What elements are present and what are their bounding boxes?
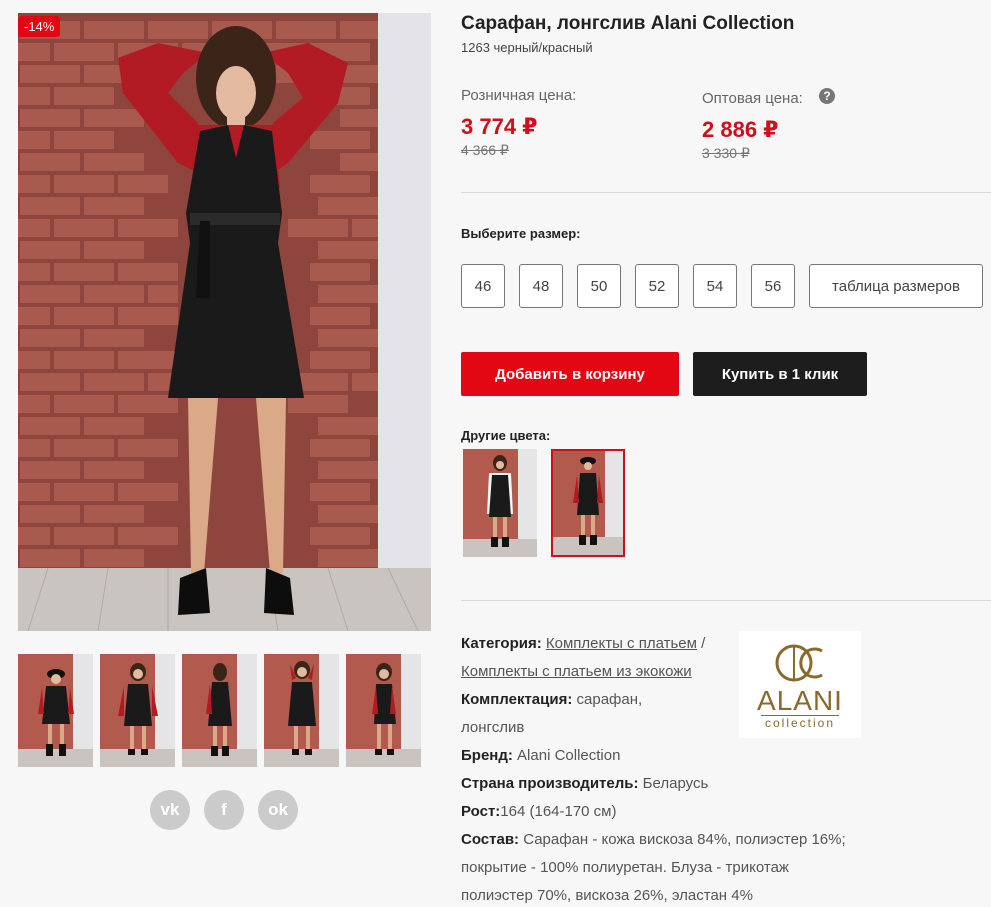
thumbnail-3-image — [182, 654, 257, 767]
thumbnail-2-image — [100, 654, 175, 767]
wholesale-price-label: Оптовая цена: — [702, 90, 803, 107]
brand-logo-sub: collection — [760, 715, 840, 730]
thumbnail-3[interactable] — [182, 654, 257, 767]
main-product-photo[interactable] — [18, 13, 431, 631]
thumbnail-1-image — [18, 654, 93, 767]
thumbnail-strip — [18, 654, 421, 767]
wholesale-price: 2 886 ₽ — [702, 117, 779, 142]
category-link-eco-leather[interactable]: Комплекты с платьем из экокожи — [461, 663, 692, 680]
spec-height: Рост:164 (164-170 см) — [461, 798, 861, 826]
odnoklassniki-icon[interactable]: ok — [258, 790, 298, 830]
retail-price: 3 774 ₽ — [461, 114, 538, 139]
social-share: vk f ok — [150, 790, 298, 830]
size-options: 46 48 50 52 54 56 таблица размеров — [461, 264, 983, 308]
color-swatch-white-image — [463, 449, 537, 557]
size-select-title: Выберите размер: — [461, 226, 581, 241]
retail-old-price: 4 366 ₽ — [461, 142, 509, 158]
spec-category-label: Категория: — [461, 635, 542, 652]
brand-logo[interactable]: ALANI collection — [739, 631, 861, 738]
spec-brand-value: Alani Collection — [517, 747, 621, 764]
vk-icon[interactable]: vk — [150, 790, 190, 830]
thumbnail-5-image — [346, 654, 421, 767]
spec-composition-label: Состав: — [461, 831, 520, 848]
brand-monogram-icon — [775, 644, 823, 682]
spec-brand: Бренд: Alani Collection — [461, 742, 861, 770]
thumbnail-4[interactable] — [264, 654, 339, 767]
discount-badge: -14% — [18, 16, 61, 37]
add-to-cart-button[interactable]: Добавить в корзину — [461, 352, 679, 396]
thumbnail-5[interactable] — [346, 654, 421, 767]
buy-one-click-button[interactable]: Купить в 1 клик — [693, 352, 867, 396]
other-colors-title: Другие цвета: — [461, 428, 551, 443]
color-swatch-red[interactable] — [551, 449, 625, 557]
thumbnail-4-image — [264, 654, 339, 767]
thumbnail-1[interactable] — [18, 654, 93, 767]
spec-country-label: Страна производитель: — [461, 775, 639, 792]
model-photo-image — [18, 13, 431, 631]
spec-set: Комплектация: сарафан, лонгслив — [461, 686, 671, 742]
thumbnail-2[interactable] — [100, 654, 175, 767]
spec-set-label: Комплектация: — [461, 691, 573, 708]
size-option-48[interactable]: 48 — [519, 264, 563, 308]
spec-height-label: Рост: — [461, 803, 501, 820]
spec-composition-value: Сарафан - кожа вискоза 84%, полиэстер 16… — [461, 831, 846, 904]
size-option-56[interactable]: 56 — [751, 264, 795, 308]
size-option-54[interactable]: 54 — [693, 264, 737, 308]
size-option-46[interactable]: 46 — [461, 264, 505, 308]
color-swatch-white[interactable] — [463, 449, 537, 557]
retail-price-label: Розничная цена: — [461, 87, 577, 104]
help-icon[interactable]: ? — [819, 88, 835, 104]
color-swatch-red-image — [553, 451, 623, 555]
product-sku: 1263 черный/красный — [461, 40, 593, 55]
spec-height-value: 164 (164-170 см) — [500, 803, 617, 820]
spec-category: Категория: Комплекты с платьем / Комплек… — [461, 630, 731, 686]
product-title: Сарафан, лонгслив Alani Collection — [461, 13, 795, 34]
category-link-dress-sets[interactable]: Комплекты с платьем — [546, 635, 697, 652]
size-table-button[interactable]: таблица размеров — [809, 264, 983, 308]
spec-brand-label: Бренд: — [461, 747, 513, 764]
spec-composition: Состав: Сарафан - кожа вискоза 84%, поли… — [461, 826, 861, 907]
wholesale-old-price: 3 330 ₽ — [702, 145, 750, 161]
spec-country: Страна производитель: Беларусь — [461, 770, 861, 798]
divider — [461, 192, 991, 193]
divider — [461, 600, 991, 601]
spec-country-value: Беларусь — [642, 775, 709, 792]
size-option-50[interactable]: 50 — [577, 264, 621, 308]
brand-logo-name: ALANI — [757, 685, 843, 716]
category-separator: / — [701, 635, 706, 652]
size-option-52[interactable]: 52 — [635, 264, 679, 308]
facebook-icon[interactable]: f — [204, 790, 244, 830]
